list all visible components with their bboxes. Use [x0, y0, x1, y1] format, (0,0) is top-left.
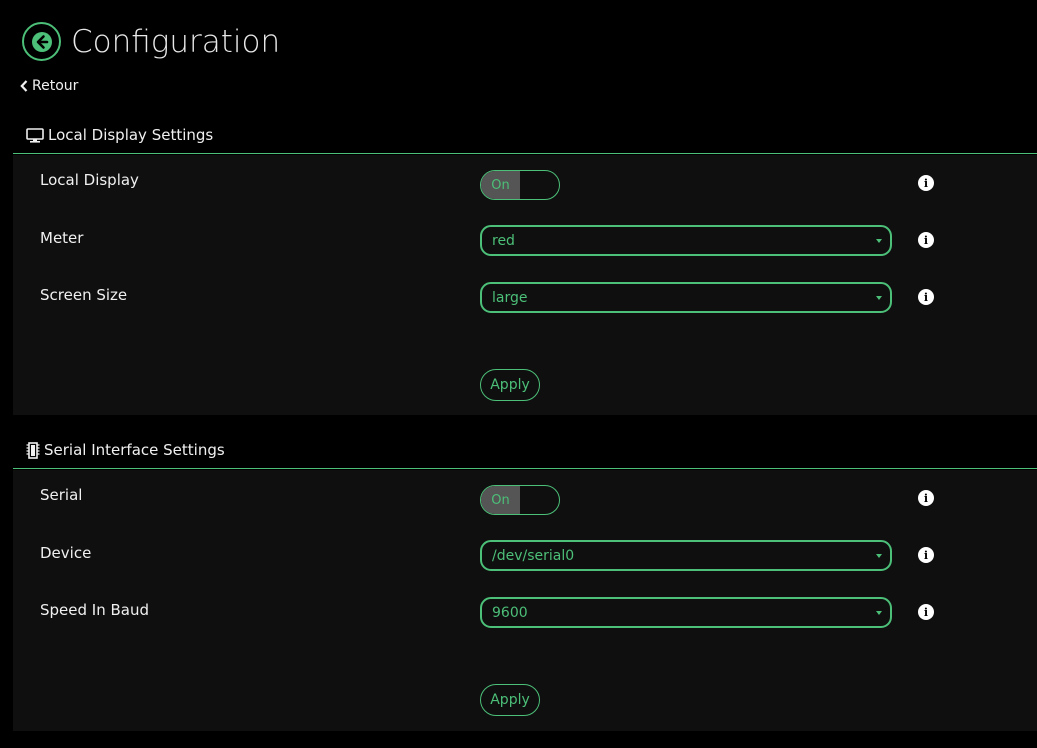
meter-row: Meter red i: [13, 221, 1037, 261]
caret-down-icon: [876, 239, 882, 243]
row-label: Serial: [40, 486, 83, 504]
meter-select[interactable]: red: [480, 225, 892, 256]
section-title: Local Display Settings: [48, 126, 214, 144]
toggle-on-label: On: [481, 486, 520, 514]
info-icon[interactable]: i: [918, 490, 934, 506]
row-label: Local Display: [40, 171, 139, 189]
arrow-left-icon: [31, 31, 52, 52]
serial-toggle[interactable]: On: [480, 485, 560, 515]
select-value: 9600: [492, 604, 528, 621]
speed-select[interactable]: 9600: [480, 597, 892, 628]
device-select[interactable]: /dev/serial0: [480, 540, 892, 571]
info-icon[interactable]: i: [918, 604, 934, 620]
device-row: Device /dev/serial0 i: [13, 536, 1037, 576]
row-label: Device: [40, 544, 92, 562]
select-value: large: [492, 289, 528, 306]
page-title: Configuration: [71, 23, 281, 60]
chip-icon: [26, 441, 40, 459]
local-display-row: Local Display On i: [13, 163, 1037, 203]
chevron-left-icon: [20, 80, 28, 92]
screen-size-row: Screen Size large i: [13, 278, 1037, 318]
serial-interface-section-header: Serial Interface Settings: [13, 432, 1037, 469]
section-title: Serial Interface Settings: [44, 441, 225, 459]
row-label: Meter: [40, 229, 84, 247]
info-icon[interactable]: i: [918, 232, 934, 248]
local-display-section-header: Local Display Settings: [13, 117, 1037, 154]
apply-button[interactable]: Apply: [480, 684, 540, 716]
caret-down-icon: [876, 611, 882, 615]
toggle-on-label: On: [481, 171, 520, 199]
info-icon[interactable]: i: [918, 547, 934, 563]
select-value: red: [492, 232, 515, 249]
local-display-panel: Local Display On i Meter red i Screen Si…: [13, 155, 1037, 415]
speed-row: Speed In Baud 9600 i: [13, 593, 1037, 633]
screen-size-select[interactable]: large: [480, 282, 892, 313]
retour-label: Retour: [32, 78, 79, 94]
monitor-icon: [26, 127, 44, 143]
page-header: Configuration: [22, 22, 280, 61]
back-button[interactable]: [22, 22, 61, 61]
row-label: Speed In Baud: [40, 601, 149, 619]
select-value: /dev/serial0: [492, 547, 575, 564]
caret-down-icon: [876, 554, 882, 558]
info-icon[interactable]: i: [918, 289, 934, 305]
local-display-toggle[interactable]: On: [480, 170, 560, 200]
serial-interface-panel: Serial On i Device /dev/serial0 i Speed …: [13, 470, 1037, 731]
row-label: Screen Size: [40, 286, 128, 304]
info-icon[interactable]: i: [918, 175, 934, 191]
caret-down-icon: [876, 296, 882, 300]
apply-button[interactable]: Apply: [480, 369, 540, 401]
serial-row: Serial On i: [13, 478, 1037, 518]
configuration-page: Configuration Retour Local Display Setti…: [0, 0, 1037, 748]
retour-link[interactable]: Retour: [20, 78, 78, 94]
